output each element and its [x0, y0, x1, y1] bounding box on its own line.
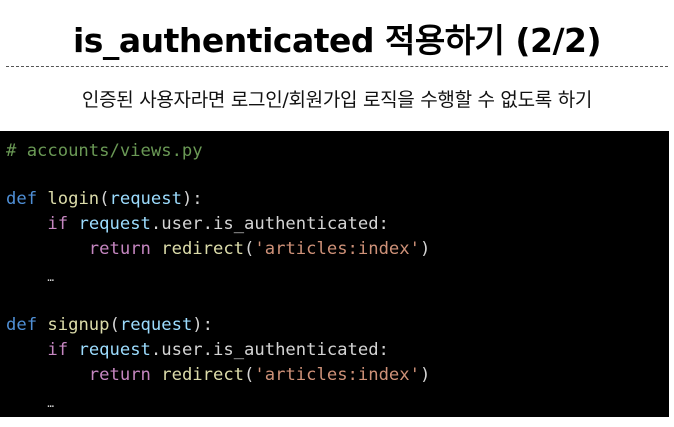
code-punctuation: (: [99, 189, 110, 209]
title-divider: [6, 66, 668, 67]
code-ellipsis: …: [47, 397, 55, 410]
code-string: 'articles:index': [254, 239, 420, 259]
code-punctuation: ): [419, 239, 431, 259]
code-keyword-def: def: [6, 189, 38, 209]
code-line-login-if: if request.user.is_authenticated:: [6, 213, 389, 235]
code-punctuation: (: [109, 315, 120, 335]
code-parameter: request: [119, 315, 193, 335]
code-attribute-chain: .user.is_authenticated:: [150, 214, 389, 234]
code-line-comment: # accounts/views.py: [6, 140, 203, 162]
code-parameter: request: [109, 189, 182, 209]
code-keyword-if: if: [47, 340, 69, 360]
code-comment: # accounts/views.py: [6, 141, 203, 161]
code-keyword-if: if: [47, 214, 69, 234]
code-function-call: redirect: [161, 365, 245, 385]
slide-subtitle: 인증된 사용자라면 로그인/회원가입 로직을 수행할 수 없도록 하기: [81, 89, 593, 111]
code-line-login-def: def login(request):: [6, 188, 203, 210]
code-punctuation: (: [244, 239, 255, 259]
code-keyword-def: def: [6, 315, 38, 335]
code-line-signup-if: if request.user.is_authenticated:: [6, 339, 389, 361]
code-variable: request: [78, 214, 151, 234]
code-function-call: redirect: [161, 239, 245, 259]
code-ellipsis: …: [47, 271, 55, 284]
code-line-signup-ellipsis: …: [6, 391, 54, 413]
code-variable: request: [78, 340, 151, 360]
code-line-signup-def: def signup(request):: [6, 314, 213, 336]
code-keyword-return: return: [88, 365, 151, 385]
code-line-signup-return: return redirect('articles:index'): [6, 364, 431, 386]
code-punctuation: ): [419, 365, 431, 385]
code-line-login-return: return redirect('articles:index'): [6, 238, 431, 260]
slide-title: is_authenticated 적용하기 (2/2): [72, 21, 602, 60]
code-string: 'articles:index': [254, 365, 420, 385]
code-function-name: signup: [47, 315, 110, 335]
code-attribute-chain: .user.is_authenticated:: [150, 340, 389, 360]
slide: is_authenticated 적용하기 (2/2) 인증된 사용자라면 로그…: [0, 0, 674, 427]
code-function-name: login: [47, 189, 100, 209]
code-punctuation: ):: [192, 315, 213, 335]
code-punctuation: ):: [181, 189, 203, 209]
code-keyword-return: return: [88, 239, 151, 259]
code-line-login-ellipsis: …: [6, 265, 54, 287]
code-punctuation: (: [244, 365, 255, 385]
code-block: # accounts/views.py def login(request): …: [0, 131, 669, 417]
